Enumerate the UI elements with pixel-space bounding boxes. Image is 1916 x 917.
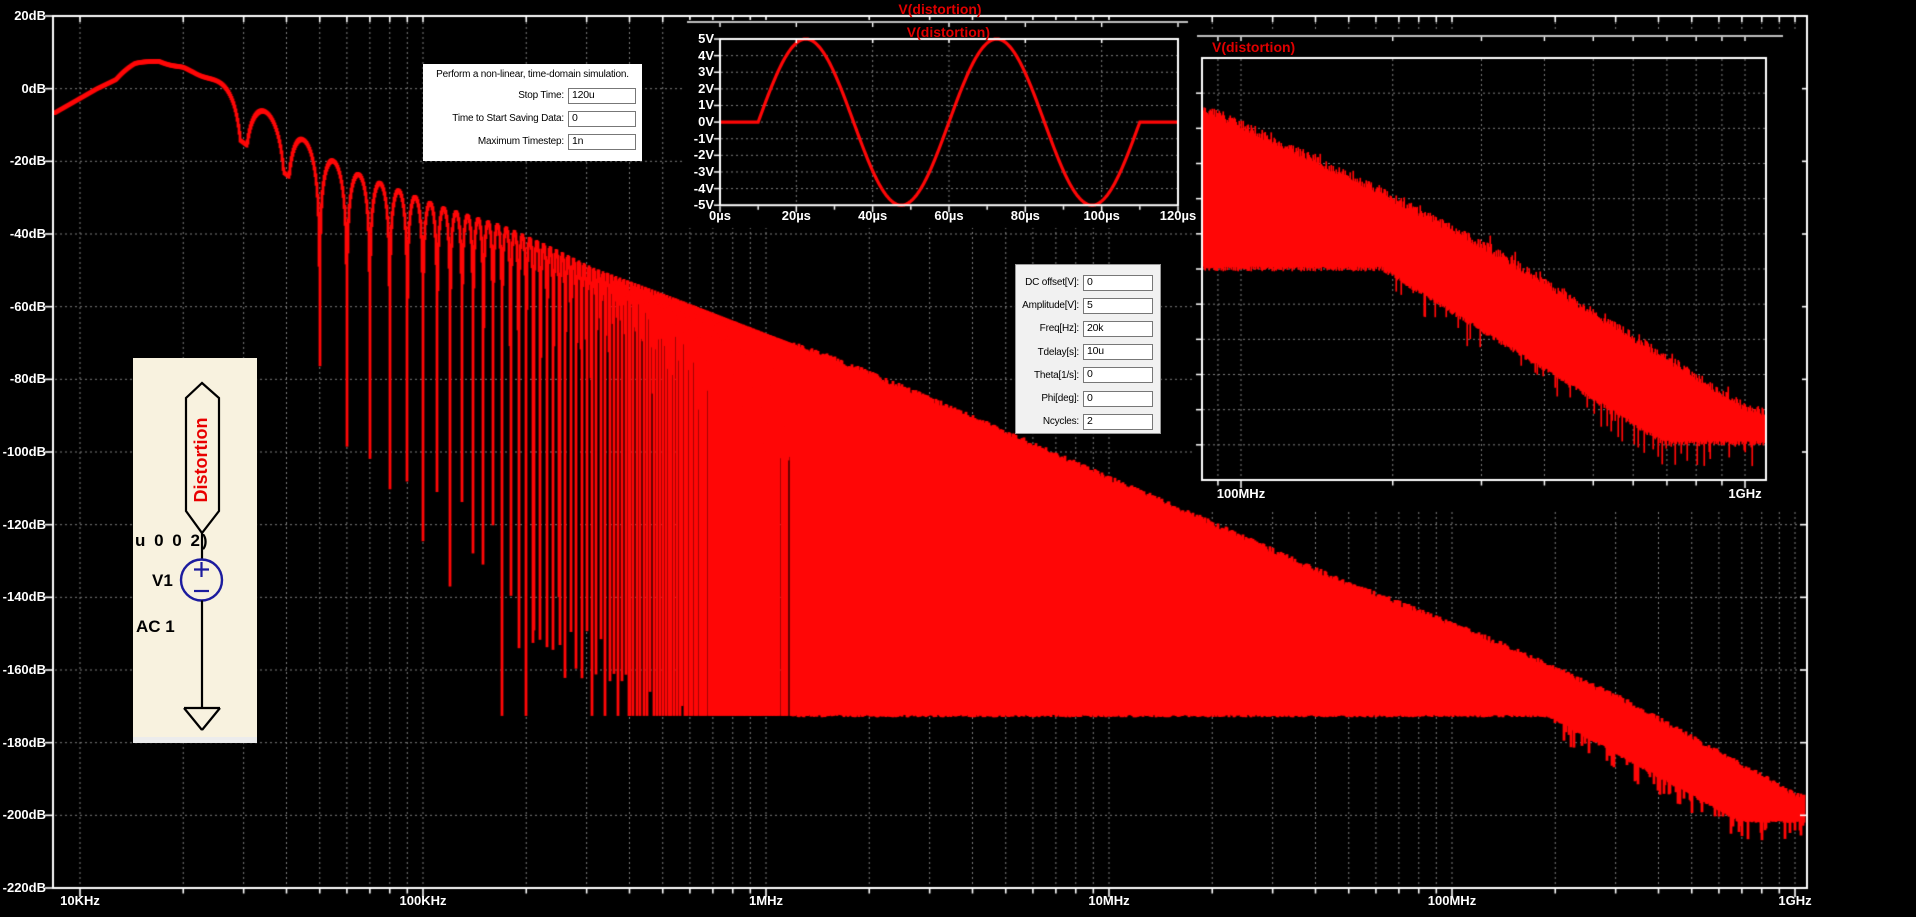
dc-offset-input[interactable]: 0: [1083, 275, 1153, 291]
transient-dialog-title: Perform a non-linear, time-domain simula…: [423, 64, 642, 84]
stop-time-row: Stop Time: 120u: [423, 84, 642, 107]
freq-row: Freq[Hz]: 20k: [1016, 317, 1160, 340]
phi-input[interactable]: 0: [1083, 391, 1153, 407]
ground-symbol[interactable]: [184, 708, 220, 730]
amplitude-input[interactable]: 5: [1083, 298, 1153, 314]
tdelay-input[interactable]: 10u: [1083, 344, 1153, 360]
tdelay-row: Tdelay[s]: 10u: [1016, 341, 1160, 364]
start-saving-row: Time to Start Saving Data: 0: [423, 107, 642, 130]
ltspice-window: V(distortion) V(distortion) V(distortion…: [0, 0, 1916, 917]
freq-input[interactable]: 20k: [1083, 321, 1153, 337]
time-inset-title: V(distortion): [860, 24, 990, 40]
theta-row: Theta[1/s]: 0: [1016, 364, 1160, 387]
waveform-plot-canvas[interactable]: [0, 0, 1916, 917]
net-port-label: Distortion: [191, 395, 213, 525]
stop-time-label: Stop Time:: [423, 90, 564, 101]
plus-terminal-icon: [194, 562, 209, 577]
netlist-fragment-text: u 0 0 2): [135, 531, 210, 551]
freq-label: Freq[Hz]:: [1016, 323, 1079, 334]
dc-offset-label: DC offset[V]:: [1016, 277, 1079, 288]
theta-input[interactable]: 0: [1083, 367, 1153, 383]
theta-label: Theta[1/s]:: [1016, 370, 1079, 381]
tdelay-label: Tdelay[s]:: [1016, 347, 1079, 358]
schematic-fragment: Distortion u 0 0 2) V1 AC 1: [133, 358, 257, 743]
ncycles-label: Ncycles:: [1016, 416, 1079, 427]
max-timestep-row: Maximum Timestep: 1n: [423, 130, 642, 153]
schematic-edge-strip: [133, 737, 257, 743]
max-timestep-input[interactable]: 1n: [568, 134, 636, 150]
main-plot-title: V(distortion): [840, 1, 1040, 17]
amplitude-row: Amplitude[V]: 5: [1016, 294, 1160, 317]
ncycles-input[interactable]: 2: [1083, 414, 1153, 430]
max-timestep-label: Maximum Timestep:: [423, 136, 564, 147]
sine-source-parameter-panel: DC offset[V]: 0 Amplitude[V]: 5 Freq[Hz]…: [1015, 264, 1161, 434]
rf-inset-title: V(distortion): [1212, 39, 1295, 55]
spice-directive: AC 1: [136, 617, 175, 637]
transient-simulation-dialog: Perform a non-linear, time-domain simula…: [423, 64, 642, 161]
stop-time-input[interactable]: 120u: [568, 88, 636, 104]
ncycles-row: Ncycles: 2: [1016, 410, 1160, 433]
phi-label: Phi[deg]:: [1016, 393, 1079, 404]
start-saving-input[interactable]: 0: [568, 111, 636, 127]
phi-row: Phi[deg]: 0: [1016, 387, 1160, 410]
component-designator: V1: [152, 571, 173, 591]
dc-offset-row: DC offset[V]: 0: [1016, 271, 1160, 294]
amplitude-label: Amplitude[V]:: [1016, 300, 1079, 311]
start-saving-label: Time to Start Saving Data:: [423, 113, 564, 124]
